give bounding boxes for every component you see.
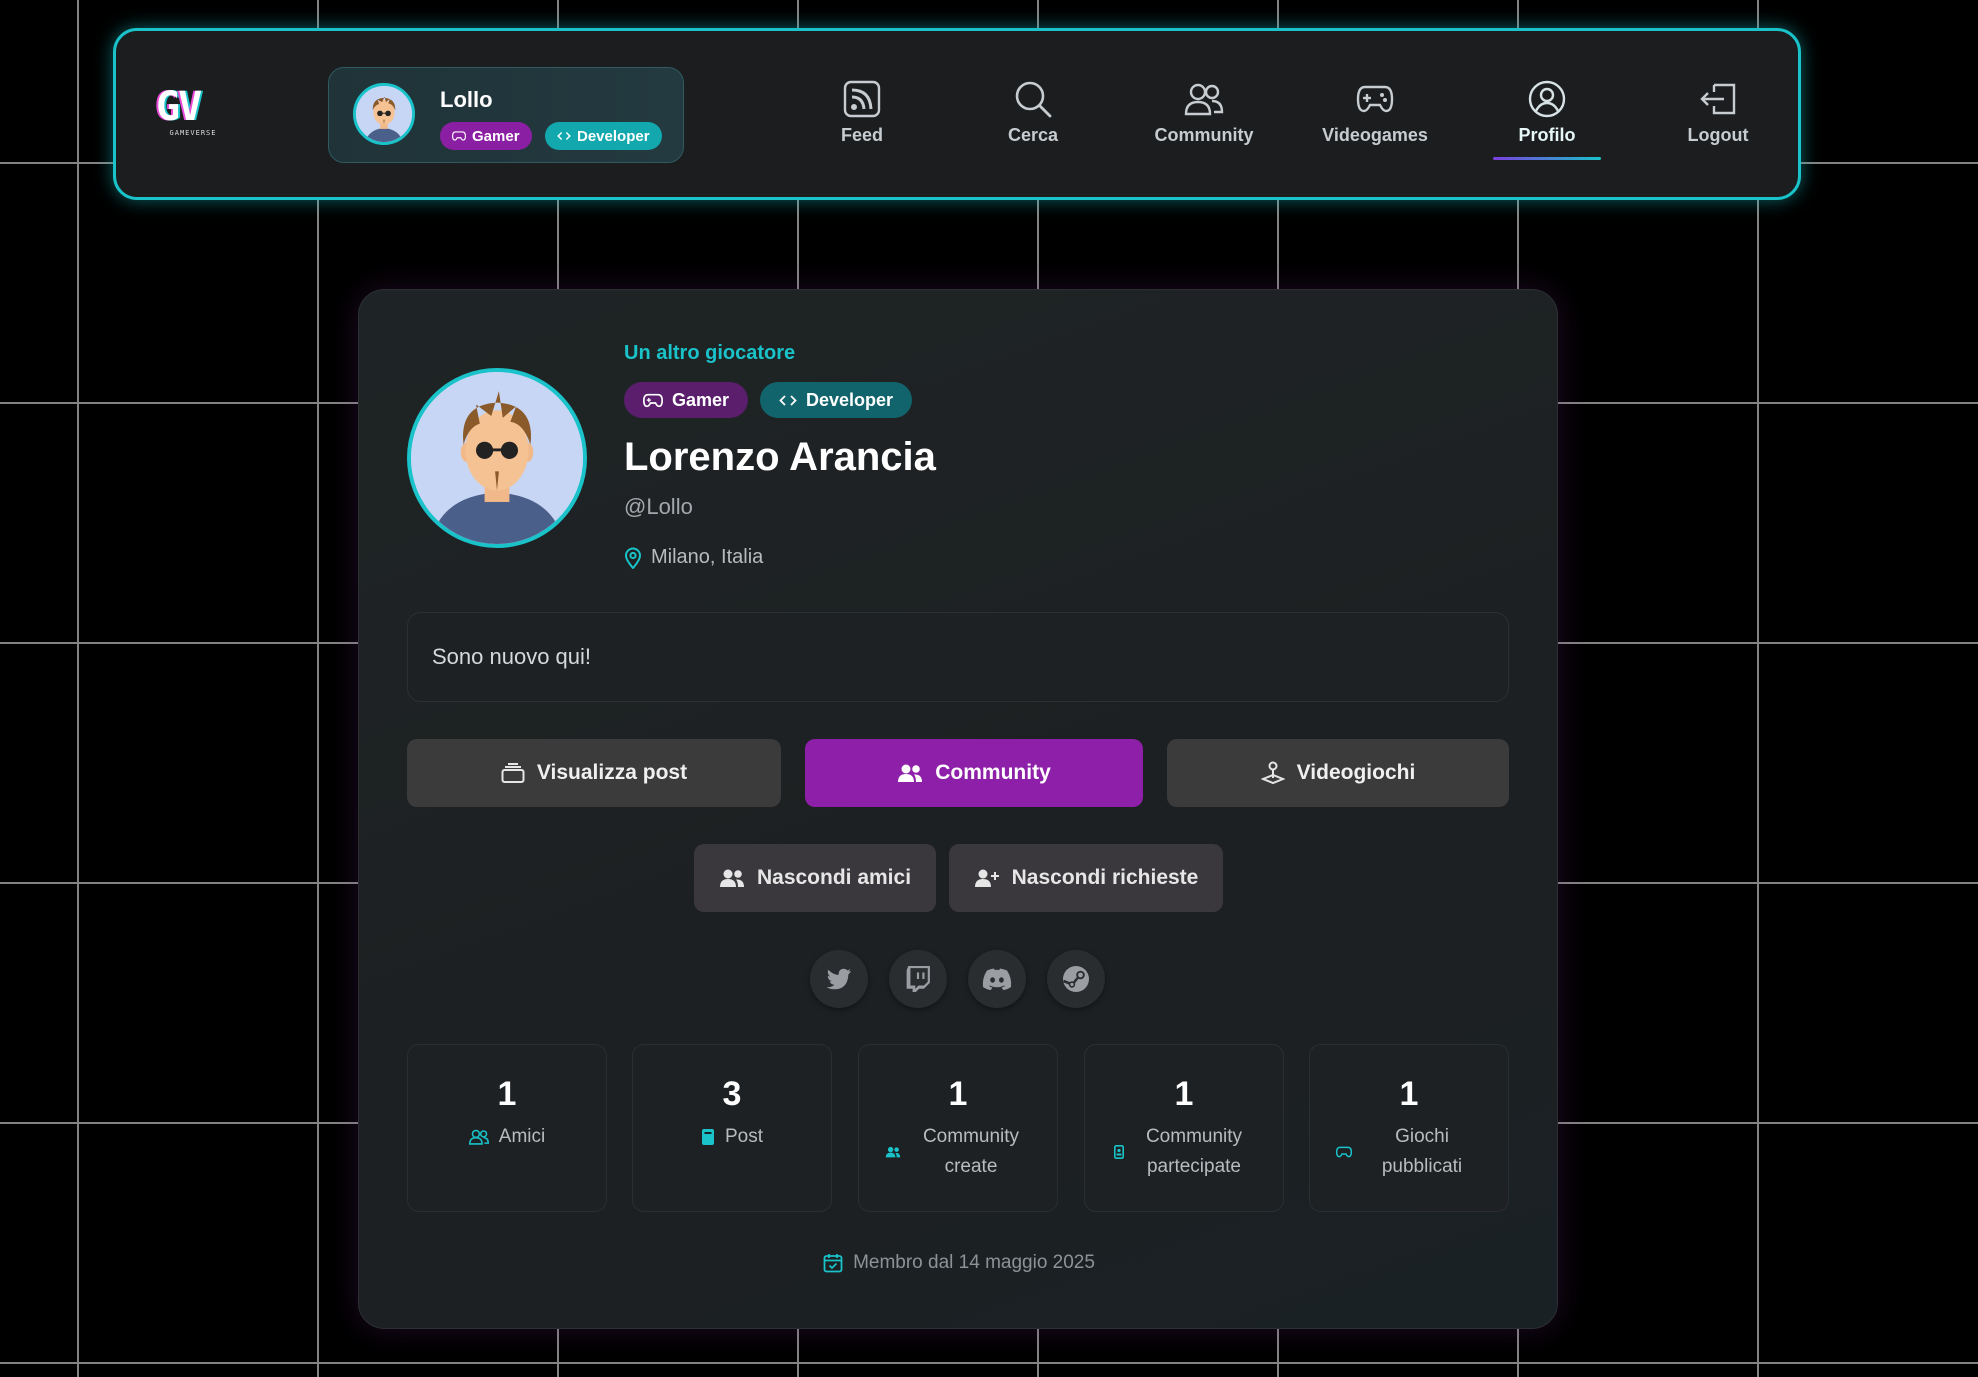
location-label: Milano, Italia	[651, 546, 764, 568]
nav-item-cerca[interactable]: Cerca	[968, 79, 1098, 159]
gamepad-icon	[1336, 1146, 1352, 1158]
joystick-icon	[1260, 761, 1285, 785]
nav-label-cerca: Cerca	[1007, 125, 1059, 145]
stat-community-partecipate-value: 1	[1174, 1075, 1194, 1113]
stat-post[interactable]: 3 Post	[632, 1044, 832, 1212]
stat-giochi-pubblicati[interactable]: 1 Giochi pubblicati	[1309, 1044, 1509, 1212]
stat-community-create-label: Community create	[922, 1126, 1020, 1177]
profile-full-name: Lorenzo Arancia	[624, 435, 936, 479]
stat-post-label: Post	[724, 1126, 764, 1147]
avatar	[353, 83, 415, 145]
view-posts-button[interactable]: Visualizza post	[407, 739, 781, 807]
stat-community-create-value: 1	[948, 1075, 968, 1113]
gamepad-icon	[452, 131, 466, 141]
nav-item-profilo[interactable]: Profilo	[1482, 79, 1612, 159]
gamer-badge-label: Gamer	[472, 127, 520, 145]
badge-icon	[1114, 1145, 1124, 1159]
calendar-icon	[823, 1254, 843, 1273]
profile-location: Milano, Italia	[624, 546, 763, 569]
developer-badge: Developer	[545, 122, 662, 150]
twitter-link[interactable]	[810, 950, 868, 1008]
developer-badge: Developer	[760, 382, 913, 418]
gamer-badge: Gamer	[624, 382, 749, 418]
community-button-label: Community	[935, 761, 1051, 784]
current-user-name: Lollo	[440, 87, 493, 112]
user-plus-icon	[974, 869, 999, 887]
stat-community-partecipate[interactable]: 1 Community partecipate	[1084, 1044, 1284, 1212]
twitch-icon	[906, 966, 930, 992]
document-icon	[701, 1129, 714, 1145]
hide-requests-button[interactable]: Nascondi richieste	[949, 844, 1223, 912]
code-icon	[557, 132, 571, 140]
hide-friends-button[interactable]: Nascondi amici	[694, 844, 936, 912]
nav-label-feed: Feed	[840, 125, 883, 145]
nav-item-logout[interactable]: Logout	[1653, 79, 1783, 159]
discord-icon	[982, 968, 1012, 990]
gamepad-icon	[643, 393, 663, 407]
search-icon	[1013, 79, 1053, 119]
top-navbar: GV GAMEVERSE Lollo Gamer Developer Feed …	[113, 28, 1801, 200]
stat-amici[interactable]: 1 Amici	[407, 1044, 607, 1212]
hide-requests-label: Nascondi richieste	[1011, 866, 1199, 889]
users-icon	[468, 1129, 489, 1145]
discord-link[interactable]	[968, 950, 1026, 1008]
nav-item-videogames[interactable]: Videogames	[1310, 79, 1440, 159]
steam-link[interactable]	[1047, 950, 1105, 1008]
current-user-chip[interactable]: Lollo Gamer Developer	[328, 67, 684, 163]
stat-giochi-pubblicati-value: 1	[1399, 1075, 1419, 1113]
stat-community-create[interactable]: 1 Community create	[858, 1044, 1058, 1212]
stat-community-partecipate-label: Community partecipate	[1145, 1126, 1243, 1177]
logo-subtext: GAMEVERSE	[169, 129, 217, 137]
active-tab-indicator	[1493, 157, 1601, 160]
code-icon	[779, 394, 797, 406]
steam-icon	[1063, 966, 1089, 992]
developer-badge-label: Developer	[577, 127, 650, 145]
gameverse-logo[interactable]: GV GAMEVERSE	[156, 87, 230, 139]
videogames-button-label: Videogiochi	[1296, 761, 1416, 784]
hide-friends-label: Nascondi amici	[756, 866, 912, 889]
profile-subtitle: Un altro giocatore	[624, 342, 796, 364]
videogames-button[interactable]: Videogiochi	[1167, 739, 1509, 807]
profile-card: Un altro giocatore Gamer Developer Loren…	[358, 289, 1558, 1329]
member-since-label: Membro dal 14 maggio 2025	[853, 1252, 1095, 1273]
users-icon	[1184, 79, 1224, 119]
view-posts-label: Visualizza post	[536, 761, 688, 784]
stat-amici-label: Amici	[498, 1126, 546, 1147]
stack-icon	[501, 763, 525, 783]
users-icon	[719, 869, 744, 887]
users-icon	[898, 764, 923, 782]
stat-post-value: 3	[722, 1075, 742, 1113]
profile-handle: @Lollo	[624, 494, 693, 519]
nav-item-community[interactable]: Community	[1139, 79, 1269, 159]
rss-icon	[842, 79, 882, 119]
nav-label-logout: Logout	[1687, 125, 1749, 145]
twitter-icon	[826, 968, 851, 990]
map-pin-icon	[624, 547, 642, 569]
nav-label-community: Community	[1154, 125, 1254, 145]
users-icon	[885, 1146, 901, 1158]
member-since: Membro dal 14 maggio 2025	[359, 1252, 1559, 1274]
nav-label-profilo: Profilo	[1518, 125, 1576, 145]
nav-item-feed[interactable]: Feed	[797, 79, 927, 159]
stat-amici-value: 1	[497, 1075, 517, 1113]
community-button[interactable]: Community	[805, 739, 1143, 807]
developer-badge-label: Developer	[806, 389, 894, 410]
profile-bio: Sono nuovo qui!	[407, 612, 1509, 702]
logout-icon	[1698, 79, 1738, 119]
logo-mark: GV	[156, 84, 202, 130]
nav-label-videogames: Videogames	[1322, 125, 1428, 145]
twitch-link[interactable]	[889, 950, 947, 1008]
profile-avatar	[407, 368, 587, 548]
user-circle-icon	[1527, 79, 1567, 119]
stat-giochi-pubblicati-label: Giochi pubblicati	[1381, 1126, 1463, 1177]
gamer-badge: Gamer	[440, 122, 532, 150]
gamer-badge-label: Gamer	[672, 389, 730, 410]
gamepad-icon	[1355, 79, 1395, 119]
